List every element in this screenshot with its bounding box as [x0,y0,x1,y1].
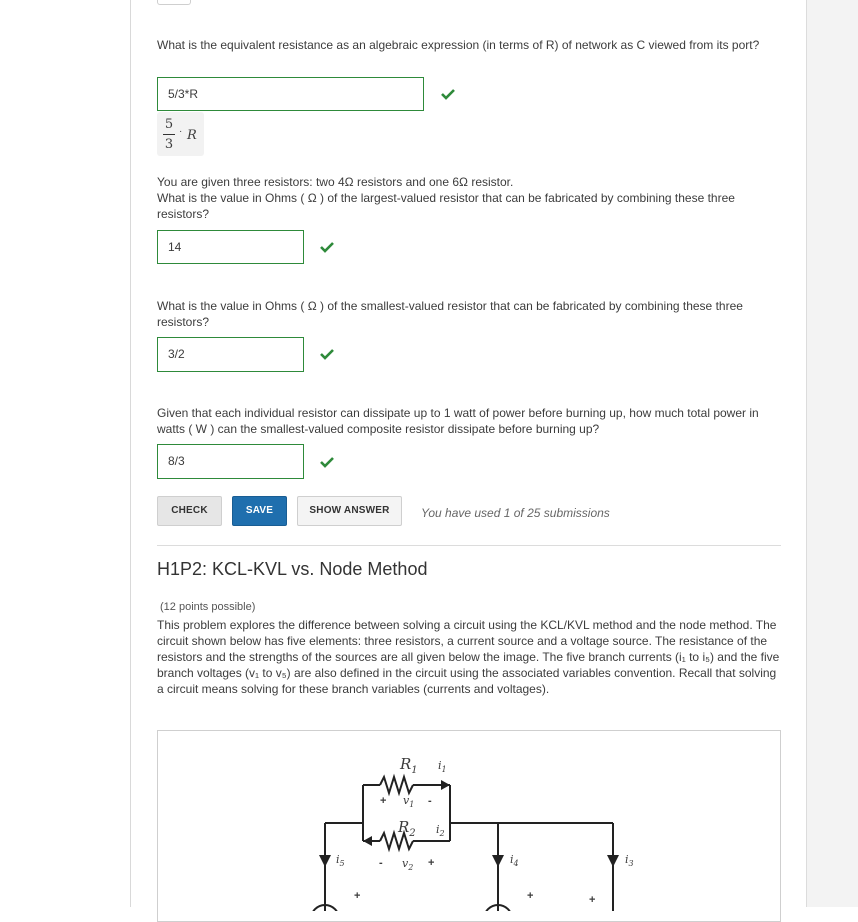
v1-minus-sign: - [428,795,432,807]
v1-subscript: 1 [409,800,415,810]
correct-check-icon [441,89,455,100]
v2-plus-sign: + [428,857,435,869]
section-divider [157,545,781,546]
r2-label: R2 [398,818,416,839]
i1-label: i1 [438,759,447,774]
previous-input-stub [157,0,191,5]
i1-subscript: 1 [441,765,447,775]
check-button[interactable]: CHECK [157,496,222,526]
answer-input-1[interactable]: 5/3*R [157,77,424,111]
i5-subscript: 5 [339,859,345,869]
i4-label: i4 [510,853,519,868]
correct-check-icon [320,242,334,253]
preview-numerator: 5 [164,117,174,132]
question-2-text: What is the value in Ohms ( Ω ) of the l… [157,191,735,221]
i2-label: i2 [436,823,445,838]
v2-label: v2 [402,857,413,872]
question-2-intro: You are given three resistors: two 4Ω re… [157,175,514,189]
preview-fraction-bar [163,134,175,135]
i3-label: i3 [625,853,634,868]
points-possible: (12 points possible) [160,601,256,613]
preview-variable: R [187,128,197,143]
preview-dot: · [179,126,183,137]
question-3-text: What is the value in Ohms ( Ω ) of the s… [157,299,743,329]
show-answer-button[interactable]: SHOW ANSWER [297,496,402,526]
problem-description: This problem explores the difference bet… [157,618,780,696]
r1-letter: R [400,755,412,773]
save-button[interactable]: SAVE [232,496,287,526]
circuit-figure: R1 i1 + v1 - R2 i2 - v2 + i5 i4 i3 + + + [157,730,781,922]
question-4-text: Given that each individual resistor can … [157,406,759,436]
correct-check-icon [320,457,334,468]
submissions-count: You have used 1 of 25 submissions [421,506,610,520]
v1-plus-sign: + [380,795,387,807]
r2-subscript: 2 [409,828,416,839]
correct-check-icon [320,349,334,360]
r1-subscript: 1 [411,765,418,776]
i5-label: i5 [336,853,345,868]
answer-input-2[interactable]: 14 [157,230,304,264]
v2-minus-sign: - [379,857,383,869]
v2-subscript: 2 [408,863,414,873]
i4-subscript: 4 [513,859,519,869]
left-gutter [0,0,131,907]
circuit-diagram [312,773,619,911]
v5-plus-sign: + [354,890,361,902]
answer-input-3[interactable]: 3/2 [157,337,304,372]
v4-plus-sign: + [527,890,534,902]
math-preview: 5 3 · R [157,112,204,156]
v1-label: v1 [403,794,414,809]
r2-letter: R [398,818,410,836]
problem-title: H1P2: KCL-KVL vs. Node Method [157,559,428,579]
answer-input-4[interactable]: 8/3 [157,444,304,479]
right-sidebar [806,0,858,907]
i2-subscript: 2 [439,829,445,839]
i3-subscript: 3 [628,859,634,869]
v3-plus-sign: + [589,894,596,906]
question-1-text: What is the equivalent resistance as an … [157,38,760,52]
r1-label: R1 [400,755,418,776]
preview-denominator: 3 [164,137,174,152]
